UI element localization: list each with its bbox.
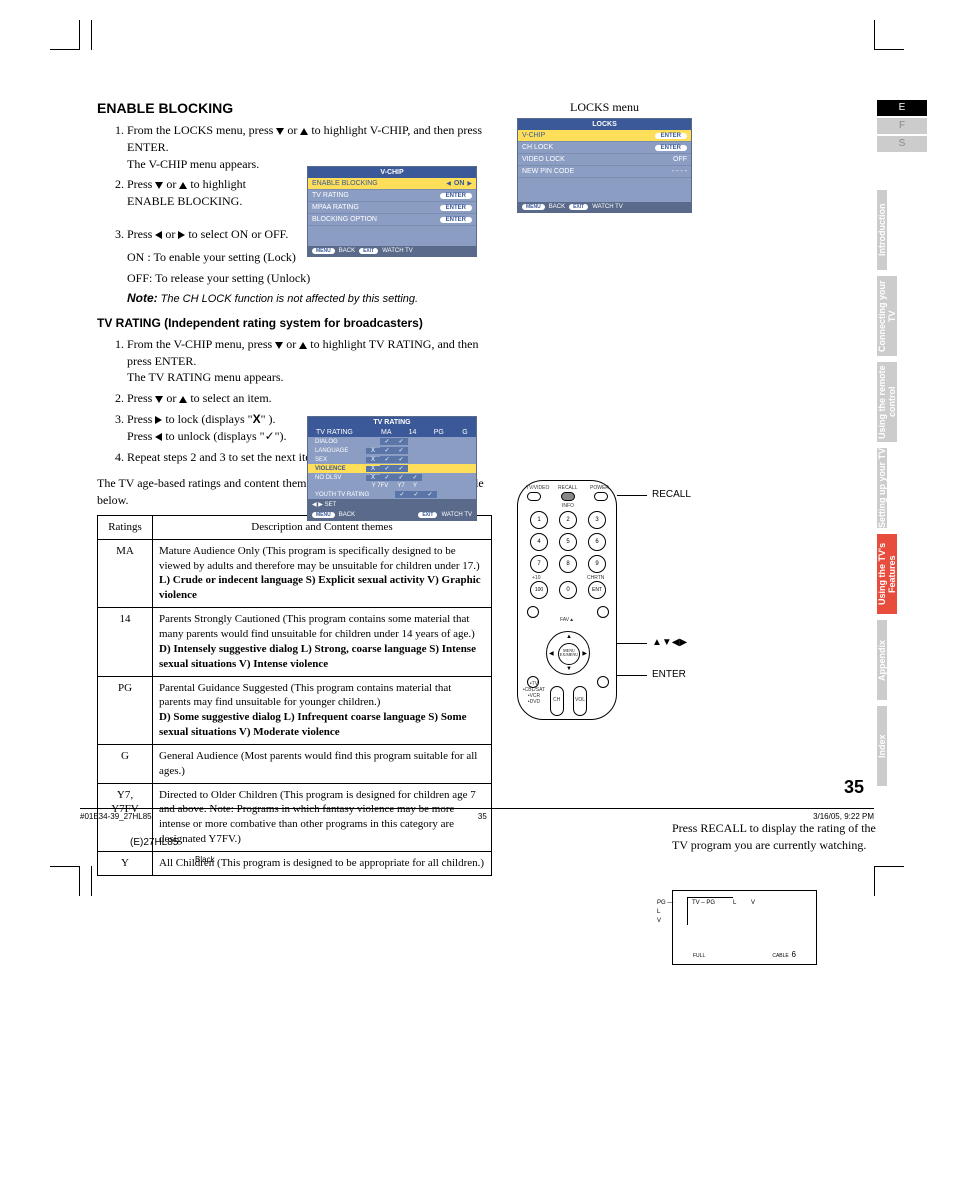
black-label: Black [195,855,215,864]
locks-menu-heading: LOCKS menu [517,100,692,115]
tvr-step1: From the V-CHIP menu, press or to highli… [127,336,497,386]
footer: #01E34-39_27HL85 35 3/16/05, 9:22 PM [80,808,874,821]
tvrating-nodlsv: NO DLSV [308,473,476,482]
lang-s: S [877,136,927,152]
callout-enter: ENTER [652,669,686,680]
tvrating-header-row: TV RATING MA 14 PG G [308,428,476,437]
vchip-row-tvr: TV RATINGENTER [308,190,476,202]
recall-screen: PG —LV TV – PG L V FULL CABLE 6 [672,890,817,965]
locks-title: LOCKS [518,119,691,130]
tab-setting: Setting up your TV [877,448,887,528]
locks-row-vchip: V-CHIPENTER [518,130,691,142]
locks-row-pin: NEW PIN CODE- - - - [518,166,691,178]
locks-row-vlock: VIDEO LOCKOFF [518,154,691,166]
vchip-row-mpaa: MPAA RATINGENTER [308,202,476,214]
tvrating-language: LANGUAGE [308,446,476,455]
tab-remote: Using the remote control [877,362,897,442]
tvrating-violence: VIOLENCE [308,464,476,473]
heading-enable-blocking: ENABLE BLOCKING [97,100,497,116]
tab-features: Using the TV's Features [877,534,897,614]
tvrating-dialog: DIALOG [308,437,476,446]
callout-recall: RECALL [652,489,691,500]
tab-index: Index [877,706,887,786]
lang-e: E [877,100,927,116]
ratings-table: RatingsDescription and Content themes MA… [97,515,492,876]
callout-arrows: ▲▼◀▶ [652,637,687,648]
tvrating-ycols: Y 7FVY7Y [308,482,476,490]
lang-f: F [877,118,927,134]
vchip-row-enable: ENABLE BLOCKING◀ON▶ [308,178,476,190]
eb-note: Note: The CH LOCK function is not affect… [127,290,497,307]
recall-text: Press RECALL to display the rating of th… [672,820,887,854]
tvrating-title: TV RATING [308,417,476,428]
vchip-title: V-CHIP [308,167,476,178]
tvrating-youth: YOUTH TV RATING [308,490,476,499]
tab-appendix: Appendix [877,620,887,700]
tvrating-sex: SEX [308,455,476,464]
heading-tv-rating: TV RATING (Independent rating system for… [97,316,497,330]
tab-connecting: Connecting your TV [877,276,897,356]
tab-introduction: Introduction [877,190,887,270]
locks-row-chlock: CH LOCKENTER [518,142,691,154]
remote-diagram: TV/VIDEO RECALL POWER INFO 1 2 3 4 5 6 7… [517,480,625,730]
tvr-step2: Press or to select an item. [127,390,497,407]
vchip-row-block: BLOCKING OPTIONENTER [308,214,476,226]
eb-off: OFF: To release your setting (Unlock) [127,270,497,287]
eb-step1: From the LOCKS menu, press or to highlig… [127,122,497,172]
page-number: 35 [844,777,864,798]
model-code: (E)27HL85 [130,837,178,848]
